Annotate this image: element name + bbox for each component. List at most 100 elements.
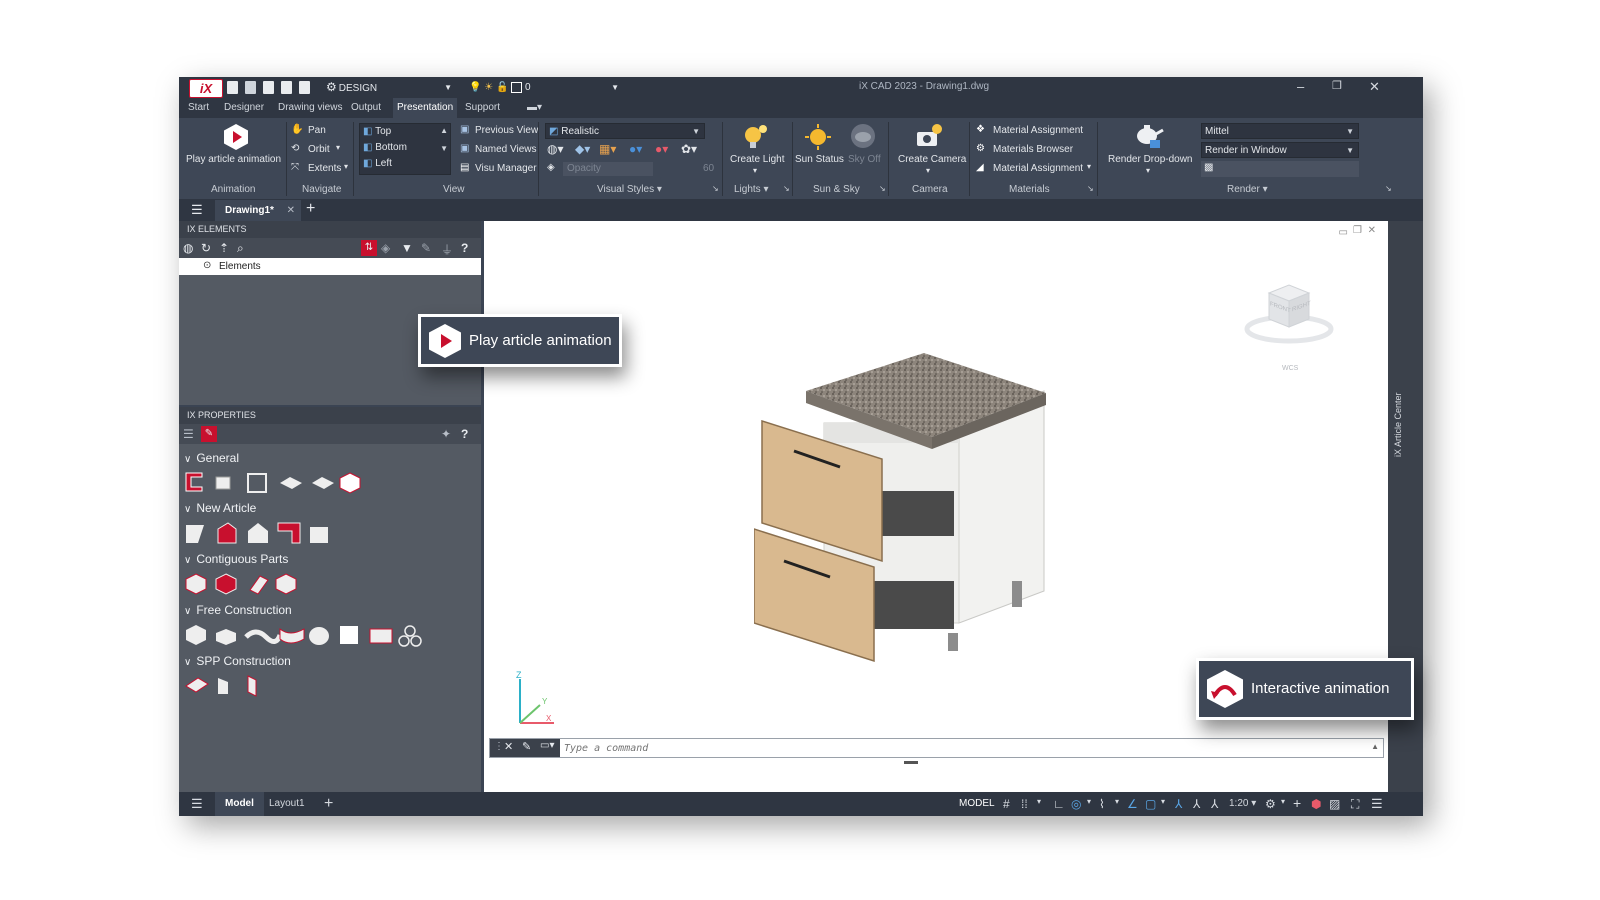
chevron-down-icon[interactable]: ▾ [344, 162, 348, 171]
drawer-icon[interactable] [369, 628, 393, 644]
isometric-icon[interactable]: ⌇ [1099, 797, 1105, 811]
viewport-close-icon[interactable]: ✕ [1368, 225, 1376, 236]
polar-icon[interactable]: ◎ [1071, 797, 1081, 811]
tree-icon[interactable]: ⇅ [361, 240, 377, 256]
viewcube[interactable]: FRONT RIGHT WCS [1244, 273, 1334, 383]
chevron-down-icon[interactable]: ▾ [926, 166, 930, 175]
view-item-left[interactable]: ◧ Left [363, 158, 392, 169]
group-label-render[interactable]: Render ▾ [1227, 184, 1268, 195]
copy-part-icon[interactable] [215, 476, 231, 490]
snap-icon[interactable]: ⁞⁞ [1021, 797, 1028, 811]
tab-presentation[interactable]: Presentation [393, 98, 458, 118]
create-light-button[interactable]: Create Light [730, 154, 784, 165]
refresh-icon[interactable]: ↻ [201, 241, 211, 255]
menu-icon[interactable]: ☰ [191, 202, 203, 218]
shading-icon[interactable]: ●▾ [629, 142, 642, 156]
dialog-launcher-icon[interactable]: ↘ [879, 184, 886, 193]
tab-layout1[interactable]: Layout1 [269, 792, 305, 816]
sun-status-button[interactable]: Sun Status [795, 154, 844, 165]
command-line[interactable]: ⋮ ✕ ✎ ▭▾ ▲ [489, 738, 1384, 758]
dialog-launcher-icon[interactable]: ↘ [712, 184, 719, 193]
view-list[interactable]: ◧ Top ◧ Bottom ◧ Left ▲ ▼ [359, 123, 451, 175]
contiguous-part-2-icon[interactable] [215, 573, 237, 595]
material-assignment-button[interactable]: Material Assignment [993, 125, 1083, 136]
pan-button[interactable]: Pan [308, 125, 326, 136]
chevron-down-icon[interactable]: ▾ [336, 143, 340, 152]
command-history-icon[interactable]: ▲ [1371, 742, 1379, 751]
opacity-value[interactable]: 60 [703, 163, 714, 174]
cabinet-model[interactable] [754, 351, 1084, 681]
model-space-toggle[interactable]: MODEL [959, 792, 995, 816]
named-views-button[interactable]: Named Views [475, 144, 537, 155]
tab-support[interactable]: Support [461, 98, 504, 118]
restore-icon[interactable]: ❐ [1332, 79, 1342, 92]
group-label-lights[interactable]: Lights ▾ [734, 184, 769, 195]
contiguous-part-4-icon[interactable] [275, 573, 297, 595]
render-quality-dropdown[interactable]: Mittel ▼ [1201, 123, 1359, 139]
app-logo[interactable]: iX [189, 79, 223, 98]
plate-icon[interactable] [280, 477, 302, 489]
chevron-down-icon[interactable]: ▾ [1115, 797, 1119, 806]
contiguous-part-3-icon[interactable] [249, 575, 269, 595]
section-free-construction[interactable]: ∨ Free Construction [184, 603, 292, 617]
previous-view-button[interactable]: Previous View [475, 125, 538, 136]
wrench-icon[interactable]: ✎ [201, 426, 217, 442]
environment-icon[interactable]: ✿▾ [681, 142, 697, 156]
section-new-article[interactable]: ∨ New Article [184, 501, 256, 515]
curved-front-icon[interactable] [279, 627, 305, 644]
flat-box-icon[interactable] [216, 629, 236, 645]
render-progress-field[interactable]: ▩ [1201, 161, 1359, 177]
orbit-button[interactable]: Orbit [308, 144, 330, 155]
section-spp-construction[interactable]: ∨ SPP Construction [184, 654, 291, 668]
annotation-scale-value[interactable]: 1:20 ▾ [1229, 792, 1256, 816]
angled-article-icon[interactable] [248, 523, 268, 543]
minimize-icon[interactable]: – [1297, 79, 1304, 94]
isolate-objects-icon[interactable]: ▨ [1329, 797, 1340, 811]
resize-handle[interactable] [904, 761, 918, 764]
corner-article-icon[interactable] [217, 522, 237, 544]
material-style-icon[interactable]: ▦▾ [599, 142, 616, 156]
view-item-bottom[interactable]: ◧ Bottom [363, 142, 407, 153]
chevron-down-icon[interactable]: ▾ [1161, 797, 1165, 806]
view-item-top[interactable]: ◧ Top [363, 126, 391, 137]
panel-tool-icon[interactable] [185, 472, 203, 492]
grid-tool-icon[interactable] [247, 473, 267, 493]
chevron-down-icon[interactable]: ▾ [1087, 162, 1091, 171]
group-parts-icon[interactable] [398, 625, 422, 647]
auto-scale-icon[interactable]: ⅄ [1193, 797, 1200, 811]
l-article-icon[interactable] [277, 522, 301, 544]
close-icon[interactable]: ✕ [1369, 79, 1380, 95]
dialog-launcher-icon[interactable]: ↘ [783, 184, 790, 193]
layers-icon[interactable]: ◈ [381, 241, 390, 255]
menu-icon[interactable]: ☰ [191, 796, 203, 812]
visual-style-dropdown[interactable]: ◩ Realistic ▼ [545, 123, 705, 139]
section-general[interactable]: ∨ General [184, 451, 239, 465]
document-tab[interactable]: Drawing1* ✕ [215, 200, 301, 221]
wcs-menu[interactable]: WCS [1282, 365, 1298, 372]
cylinder-icon[interactable] [309, 627, 329, 645]
scroll-up-icon[interactable]: ▲ [440, 126, 448, 135]
tab-designer[interactable]: Designer [220, 98, 268, 118]
customize-icon[interactable]: ✎ [522, 740, 531, 753]
fullscreen-icon[interactable]: ⛶ [1351, 797, 1359, 812]
tab-output[interactable]: Output [347, 98, 385, 118]
filter-icon[interactable]: ▼ [401, 241, 413, 255]
viewport-restore-icon[interactable]: ❐ [1353, 225, 1362, 236]
workspace-selector[interactable]: ⚙ DESIGN ▼ [326, 80, 452, 95]
grip-icon[interactable]: ⋮ [494, 741, 504, 752]
globe-icon[interactable]: ◍ [183, 241, 193, 255]
close-icon[interactable]: ✕ [504, 740, 513, 753]
hardware-acceleration-icon[interactable]: ⬢ [1311, 797, 1321, 811]
render-target-dropdown[interactable]: Render in Window ▼ [1201, 142, 1359, 158]
chevron-down-icon[interactable]: ▾ [1281, 797, 1285, 806]
print-icon[interactable] [299, 81, 310, 94]
viewport-minimize-icon[interactable]: ▭ [1339, 227, 1348, 238]
render-dropdown-button[interactable]: Render Drop-down [1108, 154, 1193, 165]
article-center-label[interactable]: iX Article Center [1393, 392, 1403, 457]
materials-browser-button[interactable]: Materials Browser [993, 144, 1073, 155]
chevron-down-icon[interactable]: ▾ [1146, 166, 1150, 175]
tab-drawing-views[interactable]: Drawing views [274, 98, 346, 118]
group-label-visual-styles[interactable]: Visual Styles ▾ [597, 184, 662, 195]
add-layout-icon[interactable]: + [324, 792, 333, 816]
spp-panel-icon[interactable] [247, 675, 257, 697]
